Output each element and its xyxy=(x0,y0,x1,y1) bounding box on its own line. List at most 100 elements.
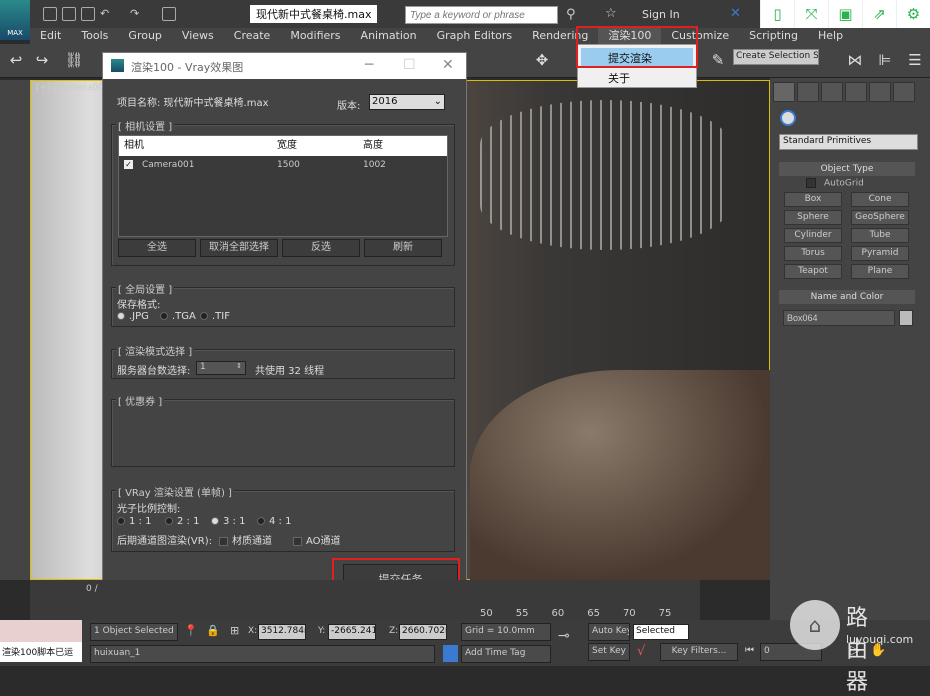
new-file-icon[interactable] xyxy=(43,7,57,21)
goto-start-icon[interactable]: ⏮ xyxy=(745,645,754,656)
camera-checkbox[interactable]: ✓ xyxy=(124,160,133,169)
layer-icon[interactable]: ☰ xyxy=(905,51,925,71)
time-slider-position[interactable]: 0 / xyxy=(86,584,98,594)
server-count-spinner[interactable]: 1 ⇕ xyxy=(196,361,246,375)
column-camera[interactable]: 相机 xyxy=(119,136,272,156)
invert-selection-button[interactable]: 反选 xyxy=(282,239,360,257)
auto-key-button[interactable]: Auto Key xyxy=(588,623,630,641)
utilities-tab-icon[interactable] xyxy=(893,82,915,102)
key-filters-button[interactable]: Key Filters... xyxy=(660,643,738,661)
maximize-button[interactable]: ☐ xyxy=(403,57,416,73)
mirror-icon[interactable]: ⋈ xyxy=(845,51,865,71)
binoculars-icon[interactable]: ⚲ xyxy=(566,7,576,22)
close-button[interactable]: ✕ xyxy=(442,57,454,73)
material-channel-checkbox[interactable]: 材质通道 xyxy=(219,532,272,547)
column-height[interactable]: 高度 xyxy=(358,136,447,156)
key-tangent-icon[interactable]: √ xyxy=(637,644,645,659)
undo-icon[interactable]: ↶ xyxy=(100,7,114,21)
format-radio-tif[interactable]: .TIF xyxy=(200,311,230,322)
z-coordinate[interactable]: 2660.702m xyxy=(399,624,447,640)
save-icon[interactable] xyxy=(81,7,95,21)
save-icon[interactable]: ▣ xyxy=(828,0,862,30)
ratio-radio-4[interactable]: 4 : 1 xyxy=(257,516,291,527)
format-radio-jpg[interactable]: .JPG xyxy=(117,311,149,322)
menu-graph-editors[interactable]: Graph Editors xyxy=(427,28,523,44)
column-width[interactable]: 宽度 xyxy=(272,136,358,156)
redo-icon[interactable]: ↪ xyxy=(32,51,52,71)
motion-tab-icon[interactable] xyxy=(845,82,867,102)
link-icon[interactable]: ⛓ xyxy=(64,51,84,71)
redo-icon[interactable]: ↷ xyxy=(130,7,144,21)
add-time-tag-button[interactable]: Add Time Tag xyxy=(461,645,551,663)
box-button[interactable]: Box xyxy=(784,192,842,207)
lock-icon[interactable]: 🔒 xyxy=(206,624,220,637)
menu-modifiers[interactable]: Modifiers xyxy=(280,28,350,44)
menu-animation[interactable]: Animation xyxy=(351,28,427,44)
object-color-swatch[interactable] xyxy=(899,310,913,326)
refresh-button[interactable]: 刷新 xyxy=(364,239,442,257)
maxscript-listener[interactable] xyxy=(0,620,82,642)
fullscreen-icon[interactable]: ⤧ xyxy=(794,0,828,30)
move-icon[interactable]: ✥ xyxy=(532,51,552,71)
search-input[interactable] xyxy=(405,6,558,24)
time-tag-icon[interactable] xyxy=(443,645,458,662)
sign-in-link[interactable]: Sign In xyxy=(642,8,680,21)
format-radio-tga[interactable]: .TGA xyxy=(160,311,196,322)
viewport-label[interactable]: [+] [Camera001 xyxy=(36,83,109,93)
select-all-button[interactable]: 全选 xyxy=(118,239,196,257)
key-mode-dropdown[interactable]: Selected xyxy=(633,624,689,640)
settings-icon[interactable]: ⚙ xyxy=(896,0,930,30)
star-icon[interactable]: ☆ xyxy=(605,6,617,21)
script-message[interactable]: 渲染100脚本已运 xyxy=(0,642,82,662)
ao-channel-checkbox[interactable]: AO通道 xyxy=(293,532,341,547)
phone-icon[interactable]: ▯ xyxy=(760,0,794,30)
deselect-all-button[interactable]: 取消全部选择 xyxy=(200,239,278,257)
object-name-input[interactable] xyxy=(783,310,895,326)
align-icon[interactable]: ⊫ xyxy=(875,51,895,71)
geometry-icon[interactable] xyxy=(780,110,796,126)
menu-group[interactable]: Group xyxy=(118,28,172,44)
ratio-radio-1[interactable]: 1 : 1 xyxy=(117,516,151,527)
display-tab-icon[interactable] xyxy=(869,82,891,102)
autogrid-checkbox[interactable]: AutoGrid xyxy=(806,178,864,189)
absolute-mode-icon[interactable]: ⊞ xyxy=(230,624,239,637)
minimize-button[interactable]: ─ xyxy=(365,57,373,73)
table-row[interactable]: ✓ Camera001 1500 1002 xyxy=(119,156,447,174)
pyramid-button[interactable]: Pyramid xyxy=(851,246,909,261)
menu-item-about[interactable]: 关于 xyxy=(581,68,657,88)
undo-icon[interactable]: ↩ xyxy=(6,51,26,71)
teapot-button[interactable]: Teapot xyxy=(784,264,842,279)
selection-set-dropdown[interactable]: Create Selection Se xyxy=(733,49,819,65)
exchange-icon[interactable]: ✕ xyxy=(730,6,741,21)
named-selection-icon[interactable]: ✎ xyxy=(708,51,728,71)
menu-views[interactable]: Views xyxy=(172,28,224,44)
primitive-type-dropdown[interactable]: Standard Primitives xyxy=(779,134,918,150)
tube-button[interactable]: Tube xyxy=(851,228,909,243)
ratio-radio-3[interactable]: 3 : 1 xyxy=(211,516,245,527)
menu-edit[interactable]: Edit xyxy=(30,28,71,44)
ratio-radio-2[interactable]: 2 : 1 xyxy=(165,516,199,527)
y-coordinate[interactable]: -2665.241 xyxy=(328,624,376,640)
share-icon[interactable]: ⇗ xyxy=(862,0,896,30)
torus-button[interactable]: Torus xyxy=(784,246,842,261)
geosphere-button[interactable]: GeoSphere xyxy=(851,210,909,225)
menu-scripting[interactable]: Scripting xyxy=(739,28,808,44)
modify-tab-icon[interactable] xyxy=(797,82,819,102)
sphere-button[interactable]: Sphere xyxy=(784,210,842,225)
hierarchy-tab-icon[interactable] xyxy=(821,82,843,102)
cone-button[interactable]: Cone xyxy=(851,192,909,207)
cylinder-button[interactable]: Cylinder xyxy=(784,228,842,243)
menu-create[interactable]: Create xyxy=(224,28,281,44)
menu-help[interactable]: Help xyxy=(808,28,853,44)
plane-button[interactable]: Plane xyxy=(851,264,909,279)
menu-tools[interactable]: Tools xyxy=(71,28,118,44)
set-key-button[interactable]: Set Key xyxy=(588,643,630,661)
project-icon[interactable] xyxy=(162,7,176,21)
key-icon[interactable]: ⊸ xyxy=(558,628,570,644)
object-type-rollout[interactable]: Object Type xyxy=(779,162,915,176)
open-file-icon[interactable] xyxy=(62,7,76,21)
name-color-rollout[interactable]: Name and Color xyxy=(779,290,915,304)
create-tab-icon[interactable] xyxy=(773,82,795,102)
x-coordinate[interactable]: 3512.784m xyxy=(258,624,306,640)
app-logo[interactable]: MAX xyxy=(0,0,30,40)
